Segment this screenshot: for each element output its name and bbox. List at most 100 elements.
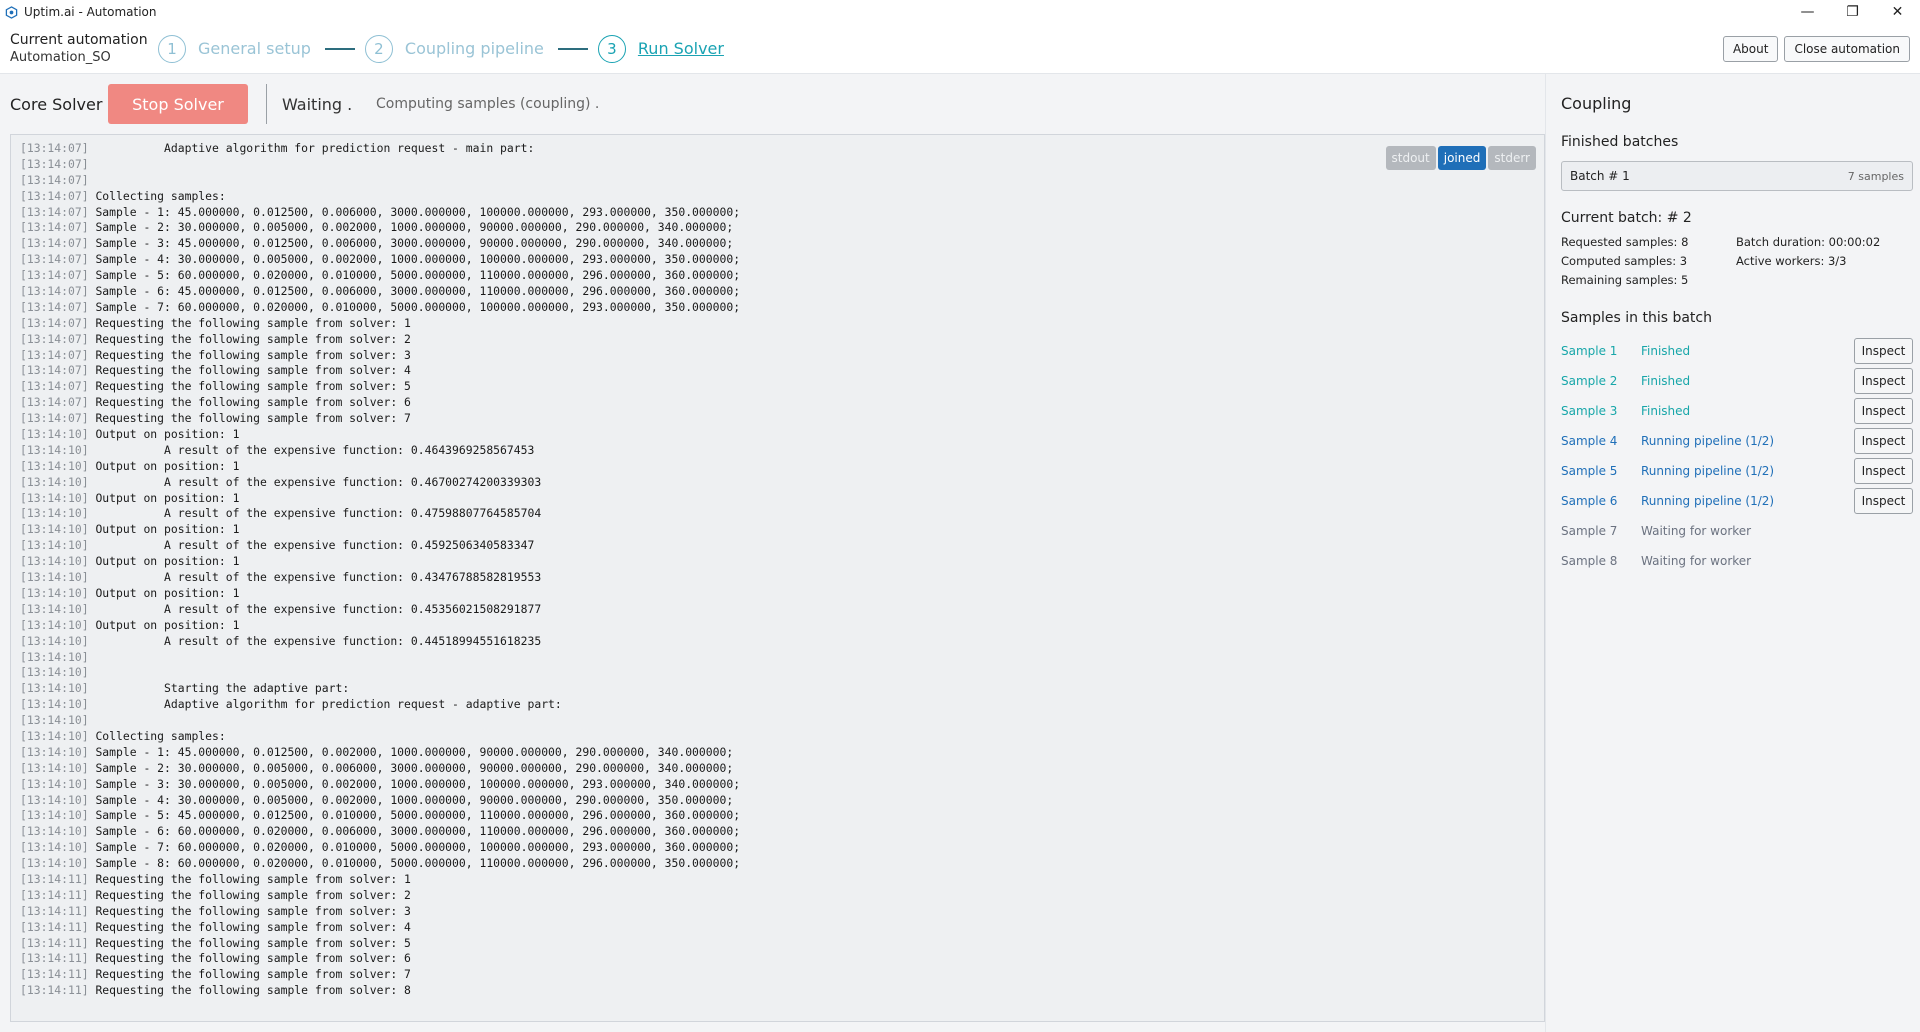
stderr-toggle[interactable]: stderr (1488, 146, 1536, 170)
log-timestamp: [13:14:10] (20, 792, 89, 807)
log-line: [13:14:11] Requesting the following samp… (20, 920, 1534, 936)
close-automation-button[interactable]: Close automation (1784, 35, 1910, 62)
joined-toggle[interactable]: joined (1437, 146, 1487, 170)
log-line: [13:14:10] Sample - 2: 30.000000, 0.0050… (20, 761, 1534, 777)
log-message: Requesting the following sample from sol… (95, 919, 411, 934)
inspect-button[interactable]: Inspect (1854, 488, 1913, 514)
log-message: Sample - 7: 60.000000, 0.020000, 0.01000… (95, 299, 741, 314)
step-number: 2 (364, 34, 393, 63)
log-line: [13:14:10] A result of the expensive fun… (20, 443, 1534, 459)
log-message: Requesting the following sample from sol… (95, 935, 411, 950)
close-window-button[interactable]: ✕ (1875, 0, 1920, 24)
log-timestamp: [13:14:11] (20, 951, 89, 966)
log-line: [13:14:11] Requesting the following samp… (20, 888, 1534, 904)
log-timestamp: [13:14:07] (20, 363, 89, 378)
step-label: Coupling pipeline (404, 39, 544, 58)
log-message: Starting the adaptive part: (95, 681, 350, 696)
inspect-button[interactable]: Inspect (1854, 428, 1913, 454)
batch-item[interactable]: Batch # 1 7 samples (1561, 161, 1913, 191)
log-message: Requesting the following sample from sol… (95, 983, 411, 998)
log-message: Sample - 2: 30.000000, 0.005000, 0.00200… (95, 220, 734, 235)
sample-name: Sample 2 (1561, 374, 1618, 388)
batch-name: Batch # 1 (1570, 169, 1630, 183)
about-button[interactable]: About (1722, 35, 1779, 62)
step-run-solver[interactable]: 3 Run Solver (597, 34, 724, 63)
sample-name: Sample 7 (1561, 524, 1618, 538)
log-message: Output on position: 1 (95, 554, 240, 569)
log-timestamp: [13:14:07] (20, 156, 89, 171)
log-line: [13:14:07] Requesting the following samp… (20, 379, 1534, 395)
solver-status: Waiting . (282, 94, 353, 114)
step-label: General setup (198, 39, 311, 58)
log-message: Sample - 6: 45.000000, 0.012500, 0.00600… (95, 284, 741, 299)
log-timestamp: [13:14:10] (20, 824, 89, 839)
log-timestamp: [13:14:07] (20, 347, 89, 362)
stop-solver-button[interactable]: Stop Solver (108, 84, 248, 124)
log-line: [13:14:07] Sample - 3: 45.000000, 0.0125… (20, 236, 1534, 252)
solver-log[interactable]: [13:14:07] Adaptive algorithm for predic… (10, 134, 1545, 1022)
log-line: [13:14:07] Sample - 6: 45.000000, 0.0125… (20, 284, 1534, 300)
log-line: [13:14:10] Output on position: 1 (20, 586, 1534, 602)
log-message: Requesting the following sample from sol… (95, 315, 411, 330)
toolbar-divider (266, 84, 267, 124)
sample-name: Sample 4 (1561, 434, 1618, 448)
title-bar: Uptim.ai - Automation — ❐ ✕ (0, 0, 1920, 24)
log-timestamp: [13:14:07] (20, 141, 89, 155)
log-message: Sample - 4: 30.000000, 0.005000, 0.00200… (95, 252, 741, 267)
log-line: [13:14:10] (20, 665, 1534, 681)
step-connector (557, 47, 588, 50)
log-line: [13:14:11] Requesting the following samp… (20, 983, 1534, 999)
hexagon-app-icon (5, 5, 18, 19)
batch-stats: Requested samples: 8 Batch duration: 00:… (1561, 235, 1913, 292)
log-line: [13:14:11] Requesting the following samp… (20, 872, 1534, 888)
log-timestamp: [13:14:10] (20, 554, 89, 569)
inspect-button[interactable]: Inspect (1854, 368, 1913, 394)
step-label: Run Solver (637, 39, 724, 58)
log-message: Requesting the following sample from sol… (95, 411, 411, 426)
log-timestamp: [13:14:10] (20, 538, 89, 553)
inspect-button[interactable]: Inspect (1854, 398, 1913, 424)
log-timestamp: [13:14:10] (20, 601, 89, 616)
log-line: [13:14:10] A result of the expensive fun… (20, 506, 1534, 522)
inspect-button[interactable]: Inspect (1854, 458, 1913, 484)
log-line: [13:14:10] Output on position: 1 (20, 491, 1534, 507)
log-line: [13:14:07] (20, 157, 1534, 173)
log-message: Requesting the following sample from sol… (95, 331, 411, 346)
log-timestamp: [13:14:10] (20, 442, 89, 457)
minimize-button[interactable]: — (1785, 0, 1830, 24)
log-timestamp: [13:14:07] (20, 220, 89, 235)
log-timestamp: [13:14:10] (20, 840, 89, 855)
log-line: [13:14:10] Sample - 4: 30.000000, 0.0050… (20, 793, 1534, 809)
log-timestamp: [13:14:07] (20, 284, 89, 299)
log-line: [13:14:10] A result of the expensive fun… (20, 634, 1534, 650)
log-timestamp: [13:14:11] (20, 935, 89, 950)
log-timestamp: [13:14:07] (20, 331, 89, 346)
log-timestamp: [13:14:10] (20, 585, 89, 600)
log-timestamp: [13:14:10] (20, 681, 89, 696)
inspect-button[interactable]: Inspect (1854, 338, 1913, 364)
log-line: [13:14:07] Requesting the following samp… (20, 395, 1534, 411)
log-timestamp: [13:14:11] (20, 919, 89, 934)
log-line: [13:14:10] Starting the adaptive part: (20, 681, 1534, 697)
coupling-title: Coupling (1561, 94, 1632, 113)
maximize-button[interactable]: ❐ (1830, 0, 1875, 24)
automation-name: Automation_SO (10, 49, 111, 65)
log-timestamp: [13:14:10] (20, 856, 89, 871)
log-message: Sample - 6: 60.000000, 0.020000, 0.00600… (95, 824, 741, 839)
log-line: [13:14:11] Requesting the following samp… (20, 904, 1534, 920)
log-timestamp: [13:14:10] (20, 474, 89, 489)
step-coupling-pipeline[interactable]: 2 Coupling pipeline (364, 34, 544, 63)
log-message: Sample - 5: 60.000000, 0.020000, 0.01000… (95, 268, 741, 283)
log-line: [13:14:10] Output on position: 1 (20, 427, 1534, 443)
log-line: [13:14:07] Sample - 4: 30.000000, 0.0050… (20, 252, 1534, 268)
stdout-toggle[interactable]: stdout (1385, 146, 1436, 170)
log-line: [13:14:11] Requesting the following samp… (20, 951, 1534, 967)
log-line: [13:14:07] Collecting samples: (20, 189, 1534, 205)
log-line: [13:14:07] Requesting the following samp… (20, 348, 1534, 364)
log-timestamp: [13:14:10] (20, 506, 89, 521)
current-automation-label: Current automation (10, 31, 148, 48)
log-timestamp: [13:14:10] (20, 458, 89, 473)
step-general-setup[interactable]: 1 General setup (158, 34, 311, 63)
log-timestamp: [13:14:10] (20, 760, 89, 775)
sample-row: Sample 8 Waiting for worker (1561, 546, 1913, 576)
